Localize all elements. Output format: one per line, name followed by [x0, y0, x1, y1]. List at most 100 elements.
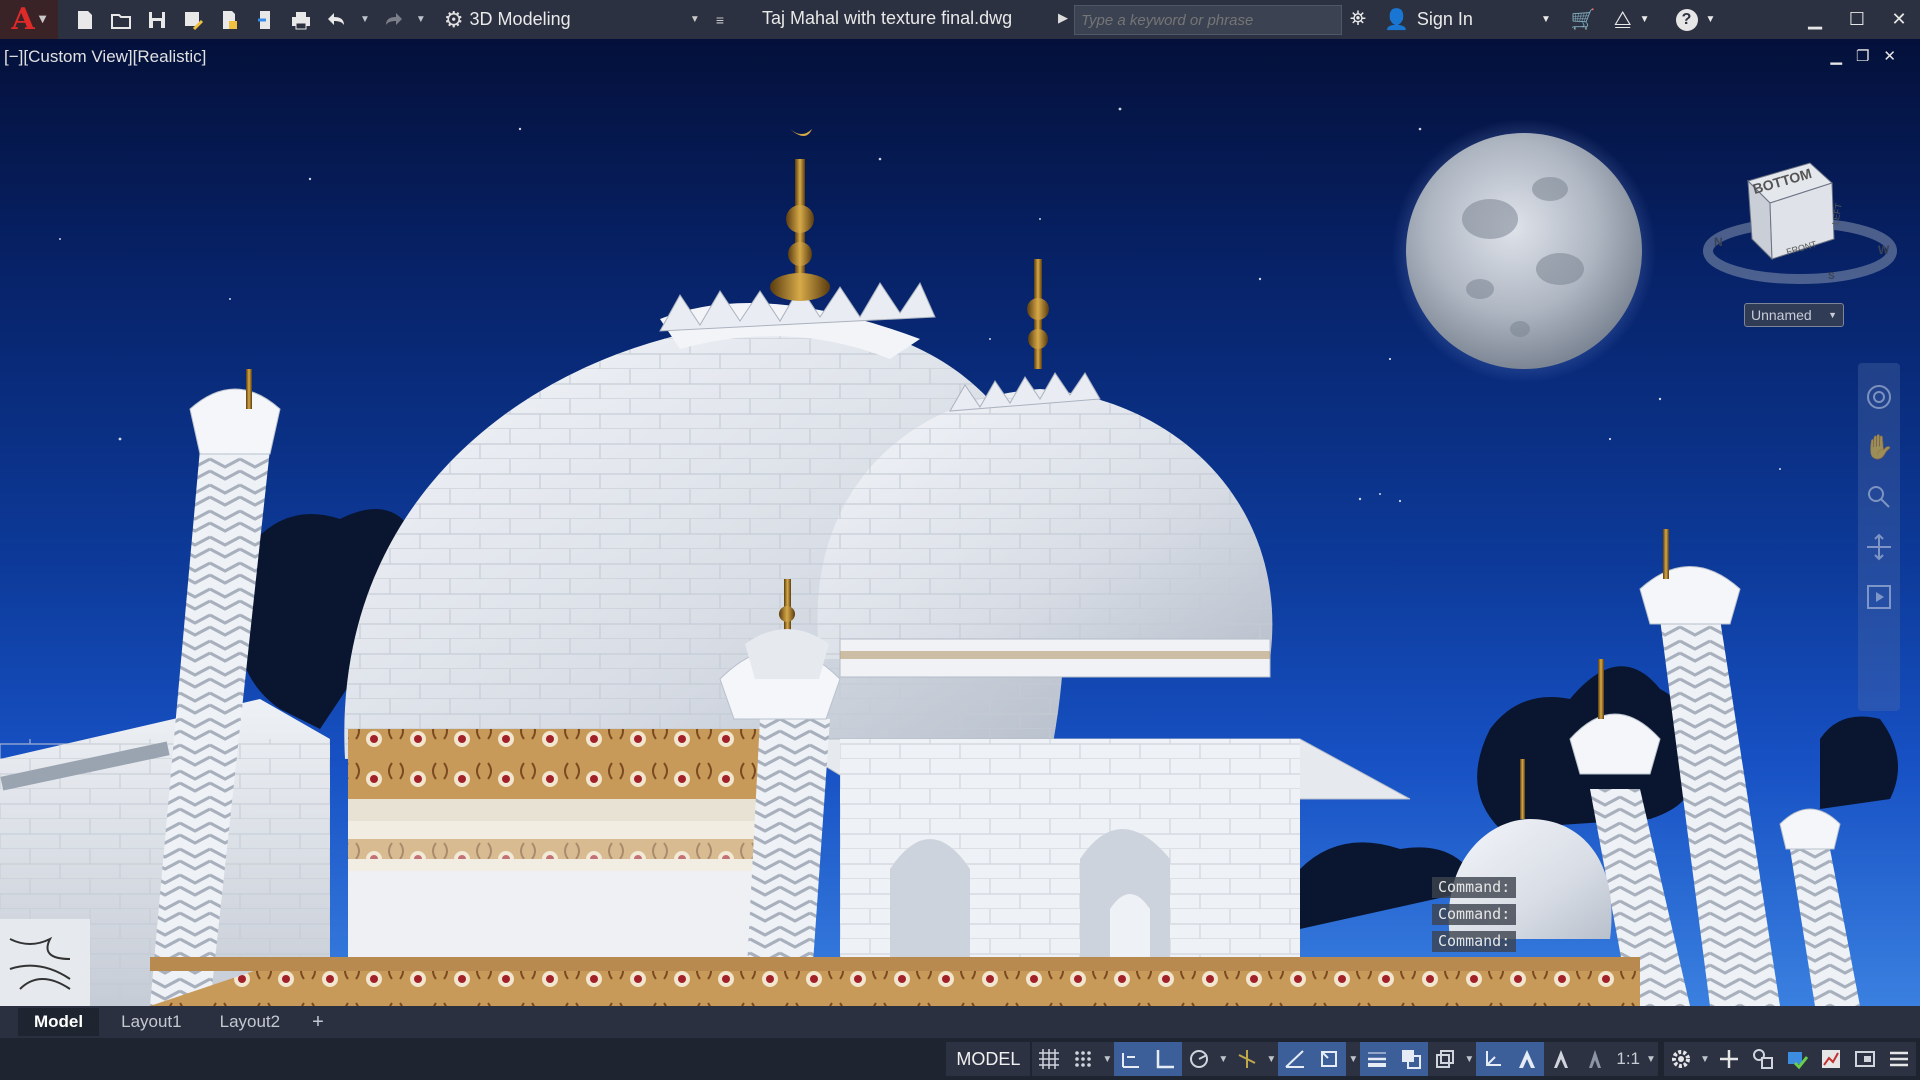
auto-scale-icon[interactable]: [1544, 1042, 1578, 1076]
redo-dropdown-icon[interactable]: ▼: [416, 14, 426, 25]
selection-cycling-icon[interactable]: [1428, 1042, 1462, 1076]
tab-model[interactable]: Model: [18, 1008, 100, 1036]
chevron-down-icon[interactable]: ▼: [1698, 1054, 1712, 1065]
chevron-down-icon[interactable]: ▼: [1100, 1054, 1114, 1065]
close-icon[interactable]: ✕: [1883, 47, 1896, 65]
search-input[interactable]: [1081, 11, 1341, 29]
named-view-label: Unnamed: [1751, 307, 1812, 323]
drawing-viewport[interactable]: [−][Custom View][Realistic] ▁ ❐ ✕ BOTTOM…: [0, 39, 1920, 1006]
undo-dropdown-icon[interactable]: ▼: [360, 14, 370, 25]
status-bar: MODEL ▼ ▼ ▼ ▼ ▼ 1:1 ▼ ▼: [0, 1038, 1920, 1080]
chevron-down-icon[interactable]: ▼: [1541, 14, 1551, 25]
application-menu-button[interactable]: A ▼: [0, 0, 58, 39]
customize-qat-icon[interactable]: ≡: [716, 12, 724, 28]
publish-icon[interactable]: [212, 4, 246, 36]
close-icon[interactable]: ✕: [1878, 0, 1920, 39]
chevron-down-icon: ▼: [1828, 310, 1837, 320]
save-icon[interactable]: [140, 4, 174, 36]
autocad-logo-icon: A: [11, 2, 35, 37]
customization-menu-icon[interactable]: [1882, 1042, 1916, 1076]
orbit-icon[interactable]: [1863, 531, 1895, 563]
isometric-drafting-icon[interactable]: [1230, 1042, 1264, 1076]
workspace-switcher[interactable]: ⚙ 3D Modeling ▼: [438, 5, 706, 35]
navigation-bar: ✋: [1858, 363, 1900, 711]
rendered-scene: [0, 107, 1898, 1006]
workspace-toggles: ▼: [1664, 1042, 1916, 1076]
chevron-down-icon: ▼: [689, 14, 700, 25]
compass-west[interactable]: W: [1878, 243, 1889, 257]
chevron-down-icon[interactable]: ▼: [1644, 1054, 1658, 1065]
redo-icon[interactable]: [376, 4, 410, 36]
minimize-icon[interactable]: ▁: [1830, 47, 1842, 65]
autodesk-account-icon[interactable]: ⧋: [1614, 8, 1632, 31]
annotation-visibility-icon[interactable]: [1510, 1042, 1545, 1076]
chevron-down-icon[interactable]: ▼: [1640, 14, 1650, 25]
plot-icon[interactable]: [284, 4, 318, 36]
ucs-icon[interactable]: [1476, 1042, 1511, 1076]
quick-access-toolbar: ▼ ▼: [68, 4, 430, 36]
chevron-down-icon[interactable]: ▼: [1264, 1054, 1278, 1065]
chevron-down-icon[interactable]: ▼: [1346, 1054, 1360, 1065]
chevron-down-icon[interactable]: ▼: [1216, 1054, 1230, 1065]
window-controls: ▁ ☐ ✕: [1794, 0, 1920, 39]
restore-icon[interactable]: ❐: [1856, 47, 1869, 65]
binoculars-icon[interactable]: ⛯: [1350, 8, 1366, 31]
title-bar: A ▼ ▼ ▼ ⚙ 3D Modeling ▼ ≡ Taj Mahal with…: [0, 0, 1920, 39]
chevron-down-icon: ▼: [38, 14, 47, 25]
sign-in-link[interactable]: Sign In: [1417, 9, 1473, 30]
grid-icon[interactable]: [1032, 1042, 1066, 1076]
graphics-performance-icon[interactable]: [1814, 1042, 1848, 1076]
minimize-icon[interactable]: ▁: [1794, 0, 1836, 39]
snap-icon[interactable]: [1066, 1042, 1100, 1076]
save-as-icon[interactable]: [176, 4, 210, 36]
command-history-line: Command:: [1432, 877, 1517, 898]
share-icon[interactable]: [248, 4, 282, 36]
file-title: Taj Mahal with texture final.dwg: [762, 8, 1013, 28]
gear-icon: ⚙: [443, 6, 464, 32]
infer-constraints-icon[interactable]: [1114, 1042, 1149, 1076]
command-history-line: Command:: [1432, 904, 1517, 925]
viewport-controls-label[interactable]: [−][Custom View][Realistic]: [4, 47, 206, 67]
lineweight-icon[interactable]: [1360, 1042, 1395, 1076]
tab-layout2[interactable]: Layout2: [204, 1008, 297, 1036]
annotation-scale-value[interactable]: 1:1: [1612, 1049, 1644, 1069]
chevron-down-icon[interactable]: ▼: [1706, 14, 1716, 25]
transparency-icon[interactable]: [1394, 1042, 1429, 1076]
named-view-dropdown[interactable]: Unnamed ▼: [1744, 303, 1844, 327]
ortho-mode-icon[interactable]: [1148, 1042, 1183, 1076]
chevron-down-icon[interactable]: ▼: [1462, 1054, 1476, 1065]
annotation-scale-icon[interactable]: [1578, 1042, 1612, 1076]
viewport-window-controls: ▁ ❐ ✕: [1830, 47, 1896, 65]
expand-arrow-icon[interactable]: ▶: [1058, 10, 1068, 26]
steering-wheel-icon[interactable]: [1863, 381, 1895, 413]
cart-icon[interactable]: 🛒: [1571, 7, 1596, 32]
help-icon[interactable]: ?: [1675, 8, 1698, 31]
hardware-acceleration-icon[interactable]: [1780, 1042, 1814, 1076]
add-icon[interactable]: [1712, 1042, 1746, 1076]
model-space-toggle[interactable]: MODEL: [946, 1042, 1031, 1076]
zoom-extents-icon[interactable]: [1863, 481, 1895, 513]
workspace-name: 3D Modeling: [469, 9, 571, 29]
drafting-toggles: ▼ ▼ ▼ ▼ ▼ 1:1 ▼: [1032, 1042, 1658, 1076]
gear-icon[interactable]: [1664, 1042, 1698, 1076]
help-search[interactable]: [1074, 5, 1342, 35]
object-snap-icon[interactable]: [1312, 1042, 1347, 1076]
open-folder-icon[interactable]: [104, 4, 138, 36]
clean-screen-icon[interactable]: [1848, 1042, 1882, 1076]
maximize-icon[interactable]: ☐: [1836, 0, 1878, 39]
polar-tracking-icon[interactable]: [1182, 1042, 1216, 1076]
undo-icon[interactable]: [320, 4, 354, 36]
viewcube[interactable]: BOTTOM FRONT LEFT N S W: [1700, 131, 1900, 311]
command-history: Command: Command: Command:: [1432, 877, 1517, 952]
isolate-objects-icon[interactable]: [1746, 1042, 1780, 1076]
tab-layout1[interactable]: Layout1: [105, 1008, 198, 1036]
compass-north[interactable]: N: [1714, 235, 1723, 249]
new-file-icon[interactable]: [68, 4, 102, 36]
pan-hand-icon[interactable]: ✋: [1863, 431, 1895, 463]
showmotion-icon[interactable]: [1863, 581, 1895, 613]
compass-south[interactable]: S: [1828, 271, 1835, 282]
command-history-line: Command:: [1432, 931, 1517, 952]
object-snap-tracking-icon[interactable]: [1278, 1042, 1313, 1076]
account-area: ⛯ 👤 Sign In ▼ 🛒 ⧋ ▼ ? ▼: [1350, 0, 1715, 39]
add-layout-button[interactable]: +: [302, 1011, 334, 1034]
